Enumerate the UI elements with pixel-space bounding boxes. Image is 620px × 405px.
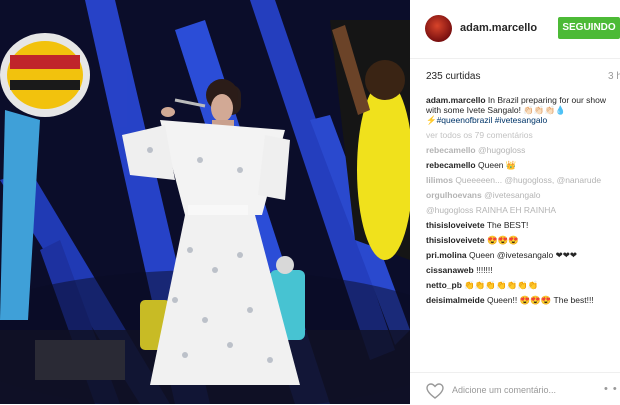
comment-user[interactable]: lilimos: [426, 175, 453, 185]
caption-hashtags[interactable]: ⚡#queenofbrazil #ivetesangalo: [426, 115, 547, 125]
comment-text: @hugogloss RAINHA EH RAINHA: [426, 205, 557, 215]
view-all-comments-link[interactable]: ver todos os 79 comentários: [426, 130, 616, 140]
comment-text: @ivetesangalo: [484, 190, 541, 200]
comment-user[interactable]: thisisloveivete: [426, 220, 485, 230]
comment-text: Queen @ivetesangalo ❤❤❤: [469, 250, 577, 260]
more-options-icon[interactable]: • •: [604, 383, 618, 395]
comment-text: !!!!!!!: [476, 265, 493, 275]
likes-count[interactable]: 235 curtidas: [426, 71, 480, 82]
comment-bar: Adicione um comentário... • •: [410, 372, 620, 405]
comment-list: adam.marcello In Brazil preparing for ou…: [426, 95, 616, 310]
comment-user[interactable]: orgulhoevans: [426, 190, 482, 200]
comment-text: 👏👏👏👏👏👏👏: [464, 280, 539, 290]
comment-user[interactable]: rebecamello: [426, 145, 476, 155]
comment-item: rebecamello @hugogloss: [426, 145, 616, 155]
following-button[interactable]: SEGUINDO: [558, 17, 620, 39]
add-comment-input[interactable]: Adicione um comentário...: [452, 385, 556, 395]
comment-text: @hugogloss: [478, 145, 526, 155]
comment-item: deisimalmeide Queen!! 😍😍😍 The best!!!: [426, 295, 616, 305]
comment-item: thisisloveivete The BEST!: [426, 220, 616, 230]
comment-text: 😍😍😍: [486, 235, 519, 245]
comment-user[interactable]: cissanaweb: [426, 265, 474, 275]
comment-text: The BEST!: [486, 220, 529, 230]
username-link[interactable]: adam.marcello: [460, 22, 537, 34]
comment-user[interactable]: rebecamello: [426, 160, 476, 170]
comment-user[interactable]: thisisloveivete: [426, 235, 485, 245]
comment-item: orgulhoevans @ivetesangalo: [426, 190, 616, 200]
caption: adam.marcello In Brazil preparing for ou…: [426, 95, 616, 125]
comment-item: cissanaweb !!!!!!!: [426, 265, 616, 275]
comment-item: netto_pb 👏👏👏👏👏👏👏: [426, 280, 616, 290]
comment-text: Queen!! 😍😍😍 The best!!!: [486, 295, 594, 305]
comment-item: pri.molina Queen @ivetesangalo ❤❤❤: [426, 250, 616, 260]
comment-user[interactable]: pri.molina: [426, 250, 467, 260]
post-header: adam.marcello SEGUINDO: [410, 0, 620, 59]
post-panel: adam.marcello SEGUINDO 235 curtidas 3 h …: [410, 0, 620, 404]
comment-item: thisisloveivete 😍😍😍: [426, 235, 616, 245]
comment-user[interactable]: netto_pb: [426, 280, 462, 290]
comment-text: Queeeeen... @hugogloss, @nanarude: [455, 175, 602, 185]
post-photo: [0, 0, 410, 404]
caption-user[interactable]: adam.marcello: [426, 95, 486, 105]
comment-items: rebecamello @hugogloss rebecamello Queen …: [426, 145, 616, 305]
heart-icon[interactable]: [426, 383, 444, 399]
comment-item: rebecamello Queen 👑: [426, 160, 616, 170]
comment-item: @hugogloss RAINHA EH RAINHA: [426, 205, 616, 215]
comment-item: lilimos Queeeeen... @hugogloss, @nanarud…: [426, 175, 616, 185]
comment-text: Queen 👑: [478, 160, 517, 170]
post-time: 3 h: [608, 71, 620, 82]
concert-stage-image: [0, 0, 410, 404]
comment-user[interactable]: deisimalmeide: [426, 295, 485, 305]
avatar[interactable]: [425, 15, 452, 42]
